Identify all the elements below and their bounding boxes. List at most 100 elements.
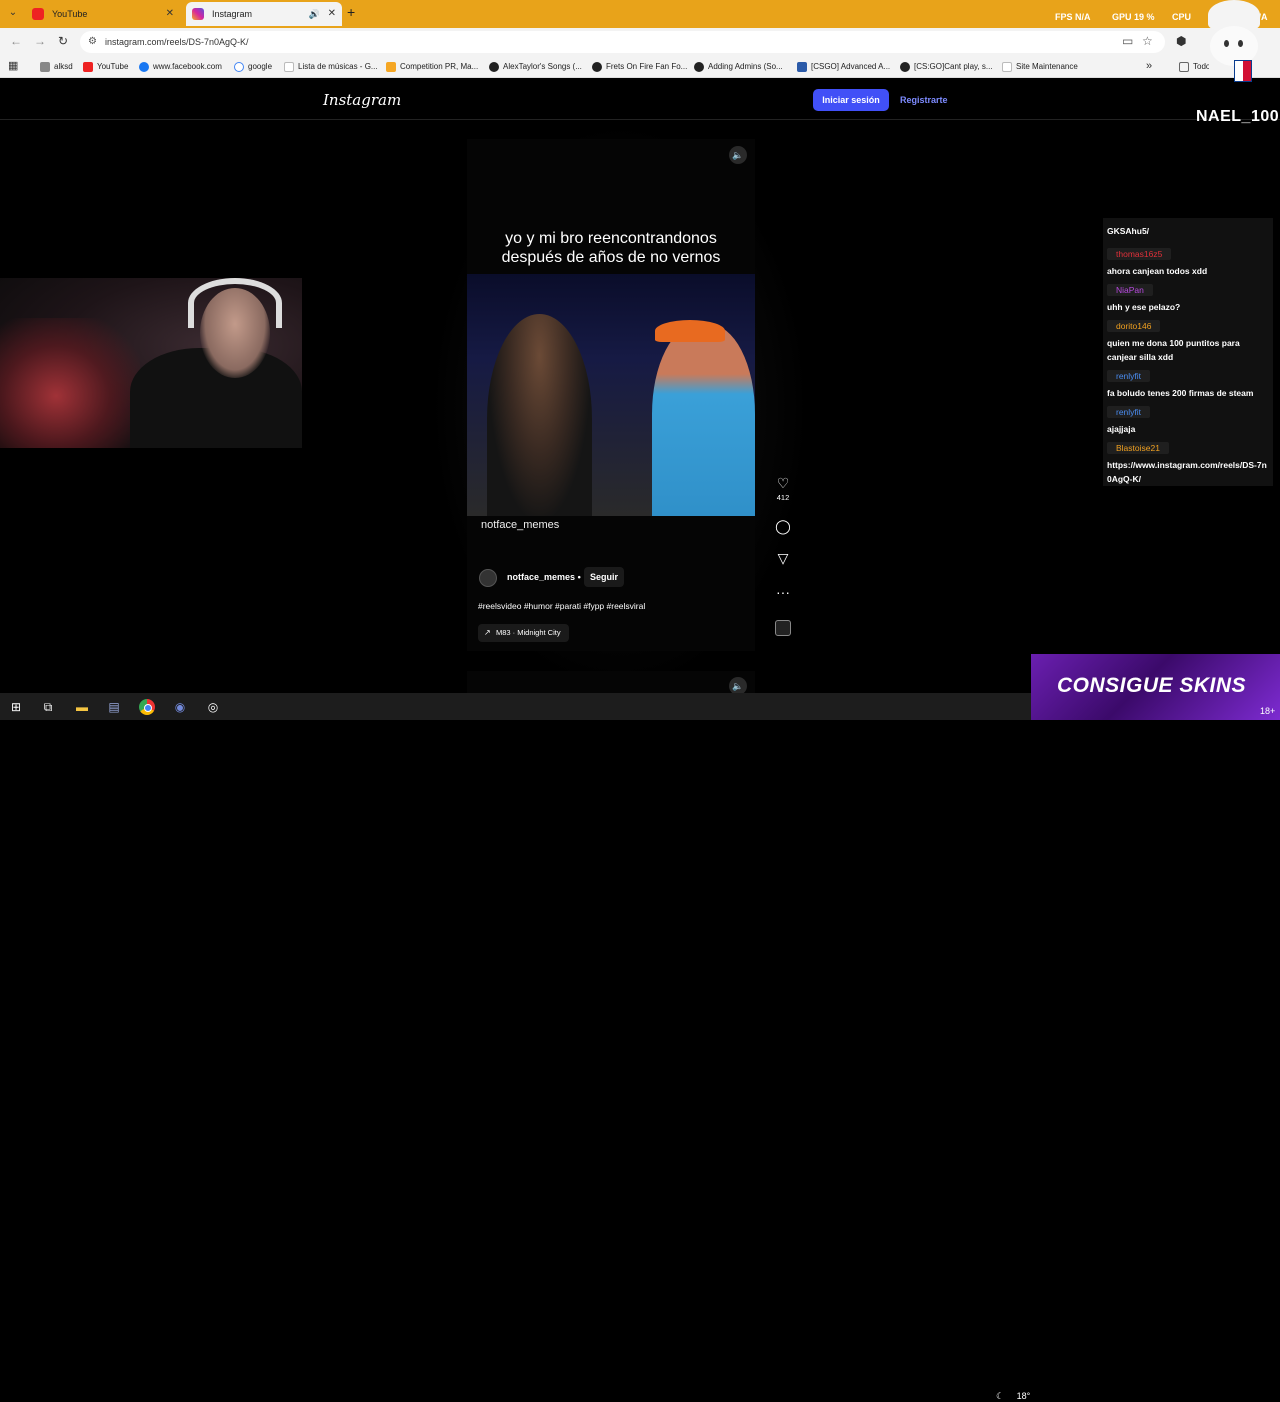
site-info-icon[interactable]: ⚙ bbox=[88, 31, 97, 53]
file-explorer-icon[interactable]: ▬ bbox=[74, 699, 90, 715]
bookmark-item[interactable]: YouTube bbox=[83, 56, 128, 78]
gpu-stat: GPU 19 % bbox=[1112, 12, 1155, 22]
bookmark-label: AlexTaylor's Songs (... bbox=[503, 62, 582, 71]
apps-grid-icon[interactable]: ▦ bbox=[8, 59, 18, 72]
bookmark-item[interactable]: google bbox=[234, 56, 272, 78]
bookmarks-overflow-button[interactable]: » bbox=[1146, 60, 1152, 72]
bookmark-item[interactable]: AlexTaylor's Songs (... bbox=[489, 56, 582, 78]
more-button[interactable]: ··· bbox=[772, 584, 794, 600]
arrow-icon: ↗ bbox=[484, 628, 491, 637]
audio-thumbnail-icon bbox=[775, 620, 791, 636]
next-reel-preview[interactable]: 🔈 bbox=[467, 671, 755, 693]
bookmark-item[interactable]: www.facebook.com bbox=[139, 56, 222, 78]
volume-icon[interactable]: 🔈 bbox=[729, 146, 747, 164]
bookmark-item[interactable]: Site Maintenance bbox=[1002, 56, 1078, 78]
share-button[interactable]: ▽ bbox=[772, 550, 794, 566]
calculator-icon[interactable]: ▤ bbox=[106, 699, 122, 715]
chrome-icon[interactable] bbox=[139, 699, 155, 715]
tab-youtube-label: YouTube bbox=[52, 9, 88, 19]
chat-username: NiaPan bbox=[1107, 284, 1153, 296]
chat-message: renlyfit fa boludo tenes 200 firmas de s… bbox=[1107, 366, 1269, 400]
chat-username: dorito146 bbox=[1107, 320, 1161, 332]
send-icon: ▽ bbox=[777, 550, 789, 566]
login-button[interactable]: Iniciar sesión bbox=[813, 89, 889, 111]
bookmark-label: Lista de músicas - G... bbox=[298, 62, 378, 71]
bookmark-label: Frets On Fire Fan Fo... bbox=[606, 62, 688, 71]
streamer-name: NAEL_1001 bbox=[1196, 108, 1280, 125]
comment-icon: ◯ bbox=[775, 518, 791, 534]
site-icon bbox=[592, 62, 602, 72]
url-text: instagram.com/reels/DS-7n0AgQ-K/ bbox=[105, 37, 249, 47]
tab-search-button[interactable]: ⌄ bbox=[5, 5, 21, 21]
cpu-stat: CPU bbox=[1172, 12, 1191, 22]
weather-widget[interactable]: ☾ 18° bbox=[996, 1391, 1030, 1402]
chat-message: NiaPan uhh y ese pelazo? bbox=[1107, 280, 1269, 314]
bookmark-star-icon[interactable]: ☆ bbox=[1142, 34, 1153, 48]
speaker-icon[interactable]: 🔊 bbox=[309, 2, 320, 26]
comment-button[interactable]: ◯ bbox=[772, 518, 794, 534]
chat-username: renlyfit bbox=[1107, 370, 1151, 382]
install-icon[interactable]: ▭ bbox=[1122, 34, 1133, 48]
reel-watermark-user: notface_memes bbox=[481, 519, 560, 531]
mascot-eye bbox=[1224, 40, 1229, 47]
address-bar: ← → ↻ ⚙ instagram.com/reels/DS-7n0AgQ-K/… bbox=[0, 28, 1280, 56]
volume-icon[interactable]: 🔈 bbox=[729, 677, 747, 693]
close-tab-icon[interactable]: ✕ bbox=[166, 2, 174, 26]
reel-player[interactable]: 🔈 yo y mi bro reencontrandonos después d… bbox=[467, 139, 755, 651]
url-input[interactable]: ⚙ instagram.com/reels/DS-7n0AgQ-K/ bbox=[80, 31, 1165, 53]
close-tab-icon[interactable]: ✕ bbox=[328, 2, 336, 26]
tab-instagram-label: Instagram bbox=[212, 9, 253, 19]
promo-text: CONSIGUE SKINS bbox=[1057, 674, 1247, 697]
avatar[interactable] bbox=[479, 569, 497, 587]
bookmark-item[interactable]: Adding Admins (So... bbox=[694, 56, 783, 78]
heart-icon: ♡ bbox=[776, 475, 790, 491]
music-link[interactable]: ↗ M83 · Midnight City bbox=[478, 624, 569, 642]
bookmark-item[interactable]: [CS:GO]Cant play, s... bbox=[900, 56, 993, 78]
chat-text: ahora canjean todos xdd bbox=[1107, 266, 1208, 276]
youtube-icon bbox=[32, 8, 44, 20]
gmail-icon bbox=[40, 62, 50, 72]
bookmark-item[interactable]: [CSGO] Advanced A... bbox=[797, 56, 890, 78]
reel-hashtags[interactable]: #reelsvideo #humor #parati #fypp #reelsv… bbox=[478, 601, 645, 611]
like-button[interactable]: ♡ 412 bbox=[772, 475, 794, 502]
tab-instagram[interactable]: Instagram 🔊 ✕ bbox=[186, 2, 342, 26]
obs-icon[interactable]: ◎ bbox=[205, 699, 221, 715]
moon-icon: ☾ bbox=[996, 1391, 1005, 1401]
discord-icon[interactable]: ◉ bbox=[172, 699, 188, 715]
new-tab-button[interactable]: + bbox=[347, 4, 355, 20]
more-icon: ··· bbox=[776, 584, 790, 600]
site-icon bbox=[900, 62, 910, 72]
follow-button[interactable]: Seguir bbox=[584, 567, 625, 587]
chat-overlay: GKSAhu5/ thomas16z5 ahora canjean todos … bbox=[1103, 218, 1273, 486]
bookmark-item[interactable]: Competition PR, Ma... bbox=[386, 56, 478, 78]
bookmark-item[interactable]: Lista de músicas - G... bbox=[284, 56, 378, 78]
task-view-icon[interactable]: ⧉ bbox=[40, 699, 56, 715]
bookmarks-bar: ▦ alksd YouTube www.facebook.com google … bbox=[0, 56, 1280, 78]
bookmark-item[interactable]: alksd bbox=[40, 56, 73, 78]
site-icon bbox=[694, 62, 704, 72]
chat-username: Blastoise21 bbox=[1107, 442, 1169, 454]
video-cap bbox=[655, 320, 725, 342]
audio-thumb-button[interactable] bbox=[772, 620, 794, 636]
register-link[interactable]: Registrarte bbox=[900, 89, 948, 111]
bookmark-label: alksd bbox=[54, 62, 73, 71]
bookmark-label: google bbox=[248, 62, 273, 71]
bookmark-label: YouTube bbox=[97, 62, 129, 71]
bookmark-label: Site Maintenance bbox=[1016, 62, 1078, 71]
taskbar: ⊞ ⧉ ▬ ▤ ◉ ◎ ☾ 18° bbox=[0, 693, 1031, 1401]
windows-start-icon[interactable]: ⊞ bbox=[8, 699, 24, 715]
tab-youtube[interactable]: YouTube ✕ bbox=[26, 2, 180, 26]
back-icon[interactable]: ← bbox=[10, 34, 22, 48]
separator-dot: • bbox=[577, 572, 581, 582]
bookmark-item[interactable]: Frets On Fire Fan Fo... bbox=[592, 56, 687, 78]
reload-icon[interactable]: ↻ bbox=[58, 34, 68, 48]
site-icon bbox=[489, 62, 499, 72]
forward-icon[interactable]: → bbox=[34, 34, 46, 48]
author-link[interactable]: notface_memes • bbox=[507, 572, 581, 582]
mascot-eye bbox=[1238, 40, 1243, 47]
reel-video[interactable] bbox=[467, 274, 755, 516]
extensions-icon[interactable]: ⬢ bbox=[1176, 34, 1186, 48]
like-count: 412 bbox=[776, 493, 790, 502]
chat-message: dorito146 quien me dona 100 puntitos par… bbox=[1107, 316, 1269, 364]
instagram-logo[interactable]: Instagram bbox=[323, 91, 401, 109]
